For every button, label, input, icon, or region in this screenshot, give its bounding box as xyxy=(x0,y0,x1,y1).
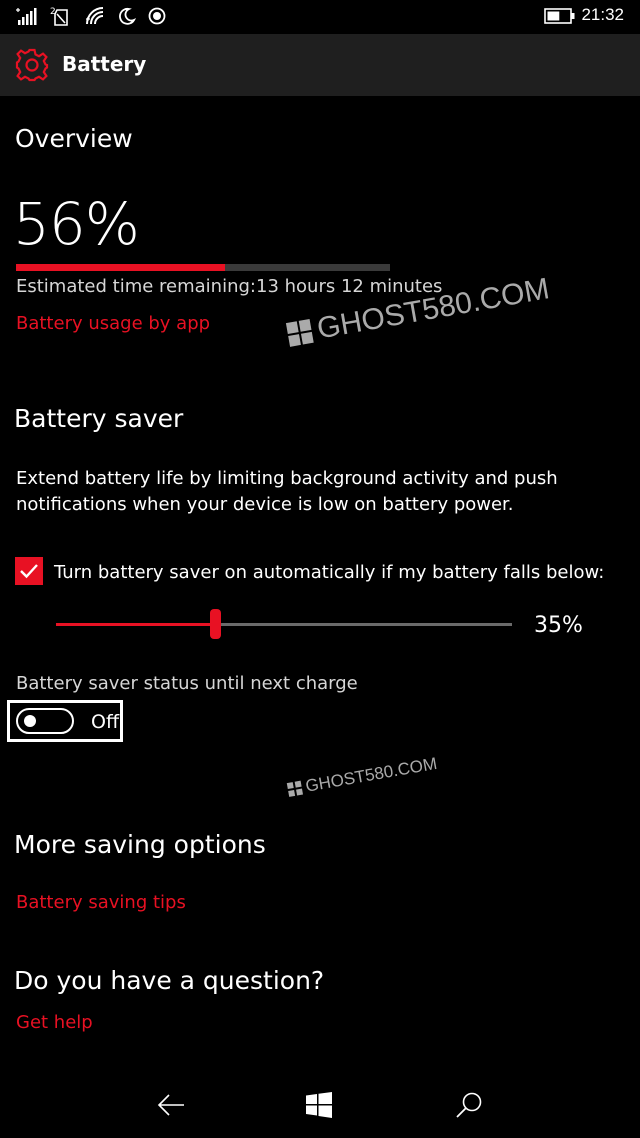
battery-usage-link[interactable]: Battery usage by app xyxy=(16,313,210,334)
threshold-slider-thumb[interactable] xyxy=(210,609,222,639)
back-arrow-icon[interactable] xyxy=(156,1092,186,1118)
saver-status-label: Battery saver status until next charge xyxy=(16,673,358,694)
status-time: 21:32 xyxy=(581,5,624,24)
wifi-icon xyxy=(86,7,104,25)
navigation-bar xyxy=(0,1070,640,1138)
search-icon[interactable] xyxy=(454,1090,484,1120)
threshold-slider-fill xyxy=(56,623,216,626)
battery-saver-heading: Battery saver xyxy=(14,404,184,433)
gear-icon xyxy=(15,48,49,82)
more-saving-options-heading: More saving options xyxy=(14,830,266,859)
auto-saver-checkbox[interactable] xyxy=(15,557,43,585)
page-title: Battery xyxy=(62,52,147,76)
status-bar: 2 21:32 xyxy=(0,0,640,34)
checkmark-icon xyxy=(20,564,38,579)
estimated-time-remaining: Estimated time remaining:13 hours 12 min… xyxy=(16,276,443,297)
app-header: Battery xyxy=(0,34,640,96)
battery-saving-tips-link[interactable]: Battery saving tips xyxy=(16,892,186,913)
battery-level-fill xyxy=(16,264,226,271)
saver-toggle-state: Off xyxy=(91,711,120,733)
threshold-slider-track[interactable] xyxy=(56,623,512,626)
overview-heading: Overview xyxy=(15,124,133,153)
get-help-link[interactable]: Get help xyxy=(16,1012,93,1033)
status-icons: 2 xyxy=(14,4,166,28)
battery-status-icon xyxy=(544,8,575,24)
quiet-hours-moon-icon xyxy=(119,7,136,25)
battery-level-bar xyxy=(16,264,390,271)
signal-bars-icon xyxy=(16,8,37,25)
saver-toggle-switch[interactable] xyxy=(16,708,74,734)
battery-saver-description: Extend battery life by limiting backgrou… xyxy=(16,468,558,515)
windows-start-icon[interactable] xyxy=(306,1092,332,1118)
threshold-value: 35% xyxy=(534,613,583,638)
watermark-small: GHOST580.COM xyxy=(286,754,438,800)
windows-logo-icon xyxy=(285,319,314,347)
windows-logo-icon xyxy=(286,780,304,797)
battery-percent: 56% xyxy=(13,190,140,258)
sim-no-signal-icon: 2 xyxy=(50,7,68,26)
saver-toggle-knob xyxy=(24,715,36,727)
question-heading: Do you have a question? xyxy=(14,966,325,995)
location-icon xyxy=(148,7,166,25)
watermark-text: GHOST580.COM xyxy=(303,753,439,796)
auto-saver-checkbox-label: Turn battery saver on automatically if m… xyxy=(54,562,605,583)
